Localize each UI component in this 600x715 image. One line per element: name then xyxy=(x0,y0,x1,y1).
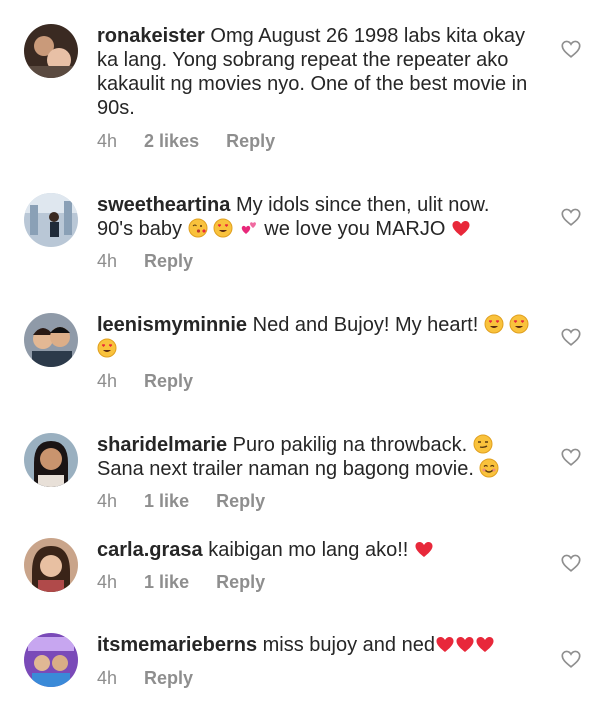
comment-body: Ned and Bujoy! My heart! xyxy=(252,314,479,336)
comment-time: 4h xyxy=(97,131,118,151)
comment-meta: 4h Reply xyxy=(97,371,215,391)
reply-button[interactable]: Reply xyxy=(144,251,193,271)
smirk-emoji xyxy=(473,434,493,454)
heart-emoji xyxy=(436,637,454,652)
comment-text: sweetheartina My idols since then, ulit … xyxy=(97,193,547,241)
comment-time: 4h xyxy=(97,572,118,592)
reply-button[interactable]: Reply xyxy=(144,668,193,688)
comment-body: 90's baby xyxy=(97,218,182,240)
heart-icon[interactable] xyxy=(560,648,582,670)
comment-username[interactable]: sharidelmarie xyxy=(97,434,227,456)
comment-username[interactable]: carla.grasa xyxy=(97,539,203,561)
heart-icon[interactable] xyxy=(560,326,582,348)
comment-body: Puro pakilig na throwback. xyxy=(232,434,468,456)
comment-username[interactable]: itsmemarieberns xyxy=(97,634,257,656)
comment-body: kaibigan mo lang ako!! xyxy=(208,539,409,561)
kiss-emoji xyxy=(188,218,208,238)
comment-time: 4h xyxy=(97,668,118,688)
heart-eyes-emoji xyxy=(484,314,504,334)
heart-eyes-emoji xyxy=(213,218,233,238)
comment-username[interactable]: leenismyminnie xyxy=(97,314,247,336)
likes-count[interactable]: 1 like xyxy=(144,572,189,592)
comment-time: 4h xyxy=(97,371,118,391)
reply-button[interactable]: Reply xyxy=(144,371,193,391)
comment-body: My idols since then, ulit now. xyxy=(235,194,490,216)
comment-meta: 4h 1 like Reply xyxy=(97,491,287,511)
heart-emoji xyxy=(415,542,433,557)
heart-emoji xyxy=(476,637,494,652)
avatar[interactable] xyxy=(24,538,78,592)
heart-emoji xyxy=(456,637,474,652)
likes-count[interactable]: 2 likes xyxy=(144,131,199,151)
avatar[interactable] xyxy=(24,633,78,687)
smile-emoji xyxy=(479,458,499,478)
avatar[interactable] xyxy=(24,193,78,247)
comment-text: ronakeister Omg August 26 1998 labs kita… xyxy=(97,24,547,120)
heart-emoji xyxy=(452,221,470,236)
comment-time: 4h xyxy=(97,251,118,271)
comment-body: we love you MARJO xyxy=(264,218,446,240)
heart-icon[interactable] xyxy=(560,446,582,468)
comment-username[interactable]: ronakeister xyxy=(97,25,205,47)
reply-button[interactable]: Reply xyxy=(226,131,275,151)
likes-count[interactable]: 1 like xyxy=(144,491,189,511)
comment-body: Sana next trailer naman ng bagong movie. xyxy=(97,458,474,480)
avatar[interactable] xyxy=(24,433,78,487)
comment-body: miss bujoy and ned xyxy=(262,634,435,656)
comment-meta: 4h 1 like Reply xyxy=(97,572,287,592)
comment-text: leenismyminnie Ned and Bujoy! My heart! xyxy=(97,313,547,361)
reply-button[interactable]: Reply xyxy=(216,572,265,592)
comment-username[interactable]: sweetheartina xyxy=(97,194,230,216)
comment-meta: 4h 2 likes Reply xyxy=(97,131,297,151)
heart-eyes-emoji xyxy=(509,314,529,334)
heart-icon[interactable] xyxy=(560,38,582,60)
heart-icon[interactable] xyxy=(560,206,582,228)
comment-meta: 4h Reply xyxy=(97,251,215,271)
heart-eyes-emoji xyxy=(97,338,117,358)
avatar[interactable] xyxy=(24,313,78,367)
comment-meta: 4h Reply xyxy=(97,668,215,688)
comment-text: sharidelmarie Puro pakilig na throwback.… xyxy=(97,433,547,481)
comment-time: 4h xyxy=(97,491,118,511)
avatar[interactable] xyxy=(24,24,78,78)
reply-button[interactable]: Reply xyxy=(216,491,265,511)
comment-text: carla.grasa kaibigan mo lang ako!! xyxy=(97,538,547,562)
two-hearts-emoji xyxy=(241,222,256,234)
heart-icon[interactable] xyxy=(560,552,582,574)
comment-text: itsmemarieberns miss bujoy and ned xyxy=(97,633,547,657)
